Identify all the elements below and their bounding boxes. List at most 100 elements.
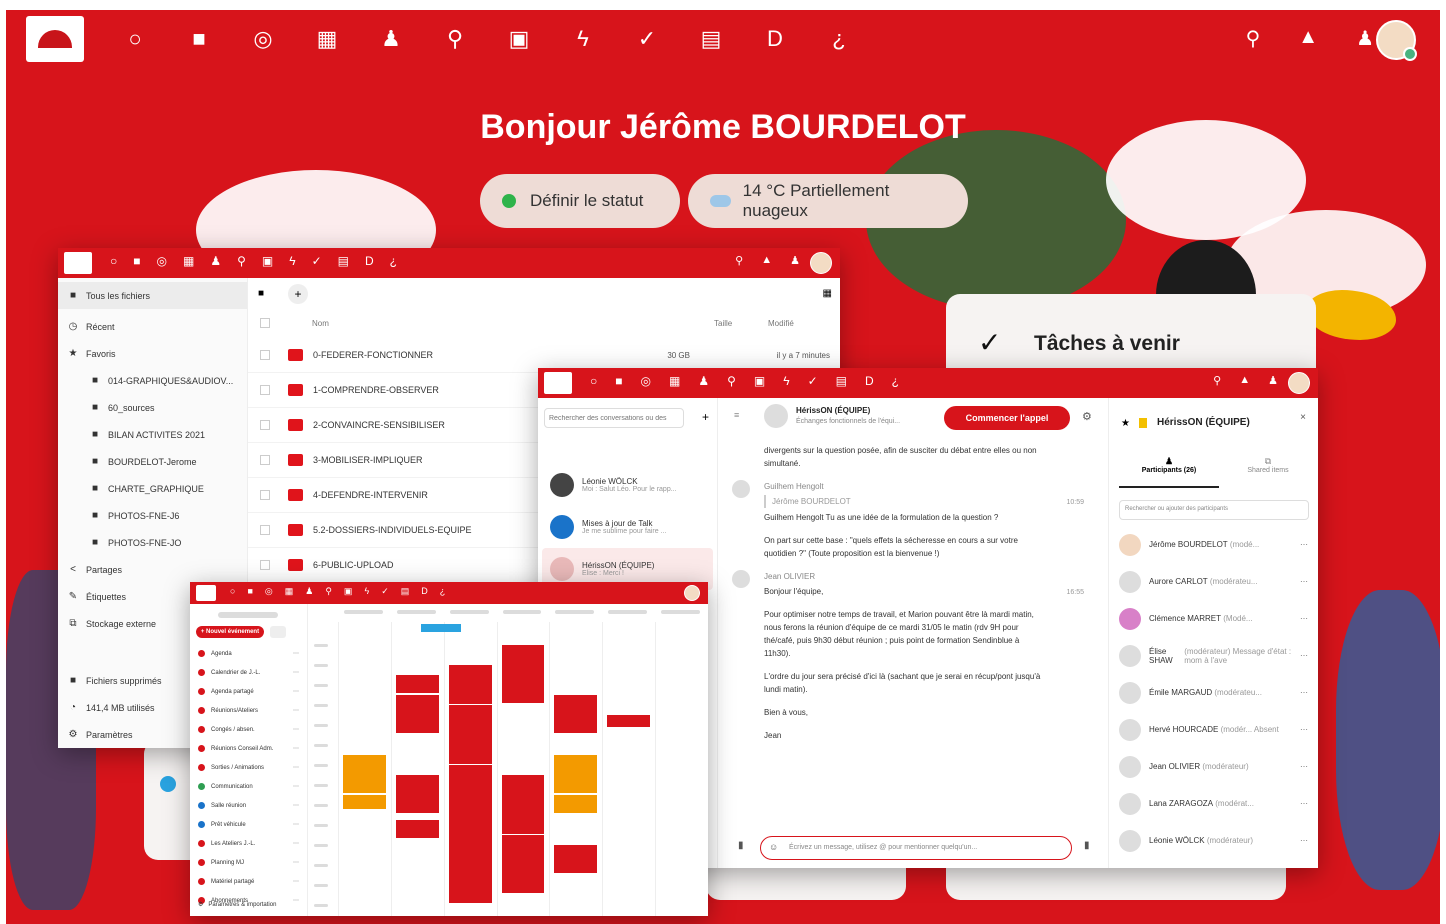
day-column[interactable]: [496, 622, 498, 916]
row-checkbox[interactable]: [260, 420, 270, 430]
more-icon[interactable]: ⋯: [293, 726, 299, 733]
files-icon[interactable]: ■: [247, 586, 252, 597]
dokuwiki-icon[interactable]: D: [421, 586, 428, 597]
more-icon[interactable]: ⋯: [1300, 651, 1308, 660]
more-icon[interactable]: ⋯: [293, 650, 299, 657]
calendar-settings-button[interactable]: ⚙ Paramètres & importation: [190, 895, 276, 914]
more-icon[interactable]: ⋯: [293, 745, 299, 752]
calendar-event[interactable]: [447, 764, 493, 904]
weather-button[interactable]: 14 °C Partiellement nuageux: [688, 174, 968, 228]
day-header[interactable]: [449, 610, 489, 614]
dashboard-icon[interactable]: ○: [122, 24, 148, 54]
row-checkbox[interactable]: [260, 350, 270, 360]
file-name[interactable]: 1-COMPRENDRE-OBSERVER: [313, 385, 439, 395]
participant-item[interactable]: Lana ZARAGOZA (modérat... ⋯: [1109, 785, 1318, 822]
file-name[interactable]: 6-PUBLIC-UPLOAD: [313, 560, 394, 570]
calendar-event[interactable]: [394, 774, 440, 814]
calendar-item[interactable]: Matériel partagé ⋯: [190, 872, 307, 891]
dashboard-icon[interactable]: ○: [230, 586, 235, 597]
sidebar-item[interactable]: ■ 60_sources: [58, 394, 247, 421]
help-icon[interactable]: ¿: [390, 254, 397, 268]
contacts-icon[interactable]: ♟: [210, 254, 221, 268]
tab-participants[interactable]: ♟ Participants (26): [1119, 456, 1219, 488]
more-icon[interactable]: ⋯: [293, 840, 299, 847]
activity-icon[interactable]: ϟ: [364, 586, 369, 597]
date-picker[interactable]: [218, 612, 278, 618]
set-status-button[interactable]: Définir le statut: [480, 174, 680, 228]
photos-icon[interactable]: ▣: [344, 586, 353, 597]
emoji-icon[interactable]: ☺: [769, 842, 778, 852]
activity-icon[interactable]: ϟ: [289, 254, 295, 268]
day-header[interactable]: [661, 610, 700, 614]
passwords-icon[interactable]: ⚲: [442, 24, 468, 54]
help-icon[interactable]: ¿: [826, 24, 852, 54]
new-event-button[interactable]: + Nouvel événement: [196, 626, 264, 638]
conversation-item[interactable]: Léonie WÖLCK Moi : Salut Léo. Pour le rap…: [542, 464, 713, 506]
fne-logo[interactable]: [64, 252, 92, 274]
more-icon[interactable]: ⋯: [1300, 540, 1308, 549]
file-name[interactable]: 0-FEDERER-FONCTIONNER: [313, 350, 433, 360]
file-name[interactable]: 5.2-DOSSIERS-INDIVIDUELS-EQUIPE: [313, 525, 472, 535]
tasks-icon[interactable]: ✓: [634, 24, 660, 54]
row-checkbox[interactable]: [260, 560, 270, 570]
dokuwiki-icon[interactable]: D: [762, 24, 788, 54]
calendar-item[interactable]: Salle réunion ⋯: [190, 796, 307, 815]
user-avatar[interactable]: [1376, 20, 1417, 61]
help-icon[interactable]: ¿: [892, 374, 899, 388]
calendar-icon[interactable]: ▦: [314, 24, 340, 54]
sidebar-item[interactable]: ◷ Récent: [58, 313, 247, 340]
home-icon[interactable]: ■: [258, 288, 264, 299]
more-icon[interactable]: ⋯: [293, 859, 299, 866]
participant-item[interactable]: Émile MARGAUD (modérateu... ⋯: [1109, 674, 1318, 711]
participant-item[interactable]: Jean OLIVIER (modérateur) ⋯: [1109, 748, 1318, 785]
calendar-item[interactable]: Réunions Conseil Adm. ⋯: [190, 739, 307, 758]
participant-item[interactable]: Jérôme BOURDELOT (modé... ⋯: [1109, 526, 1318, 563]
more-icon[interactable]: ⋯: [1300, 799, 1308, 808]
tasks-icon[interactable]: ✓: [381, 586, 389, 597]
more-icon[interactable]: ⋯: [293, 669, 299, 676]
files-icon[interactable]: ■: [133, 254, 140, 268]
more-icon[interactable]: ⋯: [1300, 577, 1308, 586]
select-all-checkbox[interactable]: [260, 318, 270, 328]
sidebar-item[interactable]: ★ Favoris: [58, 340, 247, 367]
more-icon[interactable]: ⋯: [293, 878, 299, 885]
file-name[interactable]: 3-MOBILISER-IMPLIQUER: [313, 455, 423, 465]
menu-icon[interactable]: ≡: [734, 410, 739, 420]
contacts-menu-icon[interactable]: ♟: [1356, 26, 1374, 51]
tab-shared-items[interactable]: ⧉ Shared items: [1223, 456, 1313, 488]
user-avatar[interactable]: [1288, 372, 1310, 394]
user-avatar[interactable]: [684, 585, 700, 601]
calendar-event[interactable]: [553, 754, 599, 794]
more-icon[interactable]: ⋯: [1300, 836, 1308, 845]
all-day-event[interactable]: [420, 624, 461, 632]
dashboard-icon[interactable]: ○: [590, 374, 597, 388]
deck-icon[interactable]: ▤: [338, 254, 349, 268]
search-icon[interactable]: ⚲: [1246, 26, 1261, 51]
tasks-icon[interactable]: ✓: [808, 374, 818, 388]
today-button[interactable]: [270, 626, 286, 638]
help-icon[interactable]: ¿: [440, 586, 446, 597]
day-header[interactable]: [396, 610, 436, 614]
deck-icon[interactable]: ▤: [401, 586, 410, 597]
column-name[interactable]: Nom: [312, 319, 329, 328]
column-size[interactable]: Taille: [714, 319, 732, 328]
sidebar-item[interactable]: ■ CHARTE_GRAPHIQUE: [58, 475, 247, 502]
passwords-icon[interactable]: ⚲: [237, 254, 246, 268]
talk-icon[interactable]: ◎: [265, 586, 273, 597]
calendar-icon[interactable]: ▦: [285, 586, 294, 597]
close-icon[interactable]: ×: [1300, 412, 1306, 423]
more-icon[interactable]: ⋯: [293, 821, 299, 828]
deck-icon[interactable]: ▤: [836, 374, 847, 388]
talk-icon[interactable]: ◎: [157, 254, 167, 268]
calendar-event[interactable]: [394, 819, 440, 839]
calendar-event[interactable]: [553, 694, 599, 734]
favorite-star-icon[interactable]: ★: [1121, 418, 1130, 429]
search-icon[interactable]: ⚲: [1213, 374, 1221, 387]
more-icon[interactable]: ⋯: [293, 764, 299, 771]
calendar-event[interactable]: [553, 794, 599, 814]
contacts-menu-icon[interactable]: ♟: [1268, 374, 1278, 387]
talk-icon[interactable]: ◎: [250, 24, 276, 54]
conversation-item[interactable]: Mises à jour de Talk Je me sublime pour f…: [542, 506, 713, 548]
participant-item[interactable]: Léonie WÖLCK (modérateur) ⋯: [1109, 822, 1318, 859]
day-header[interactable]: [608, 610, 648, 614]
